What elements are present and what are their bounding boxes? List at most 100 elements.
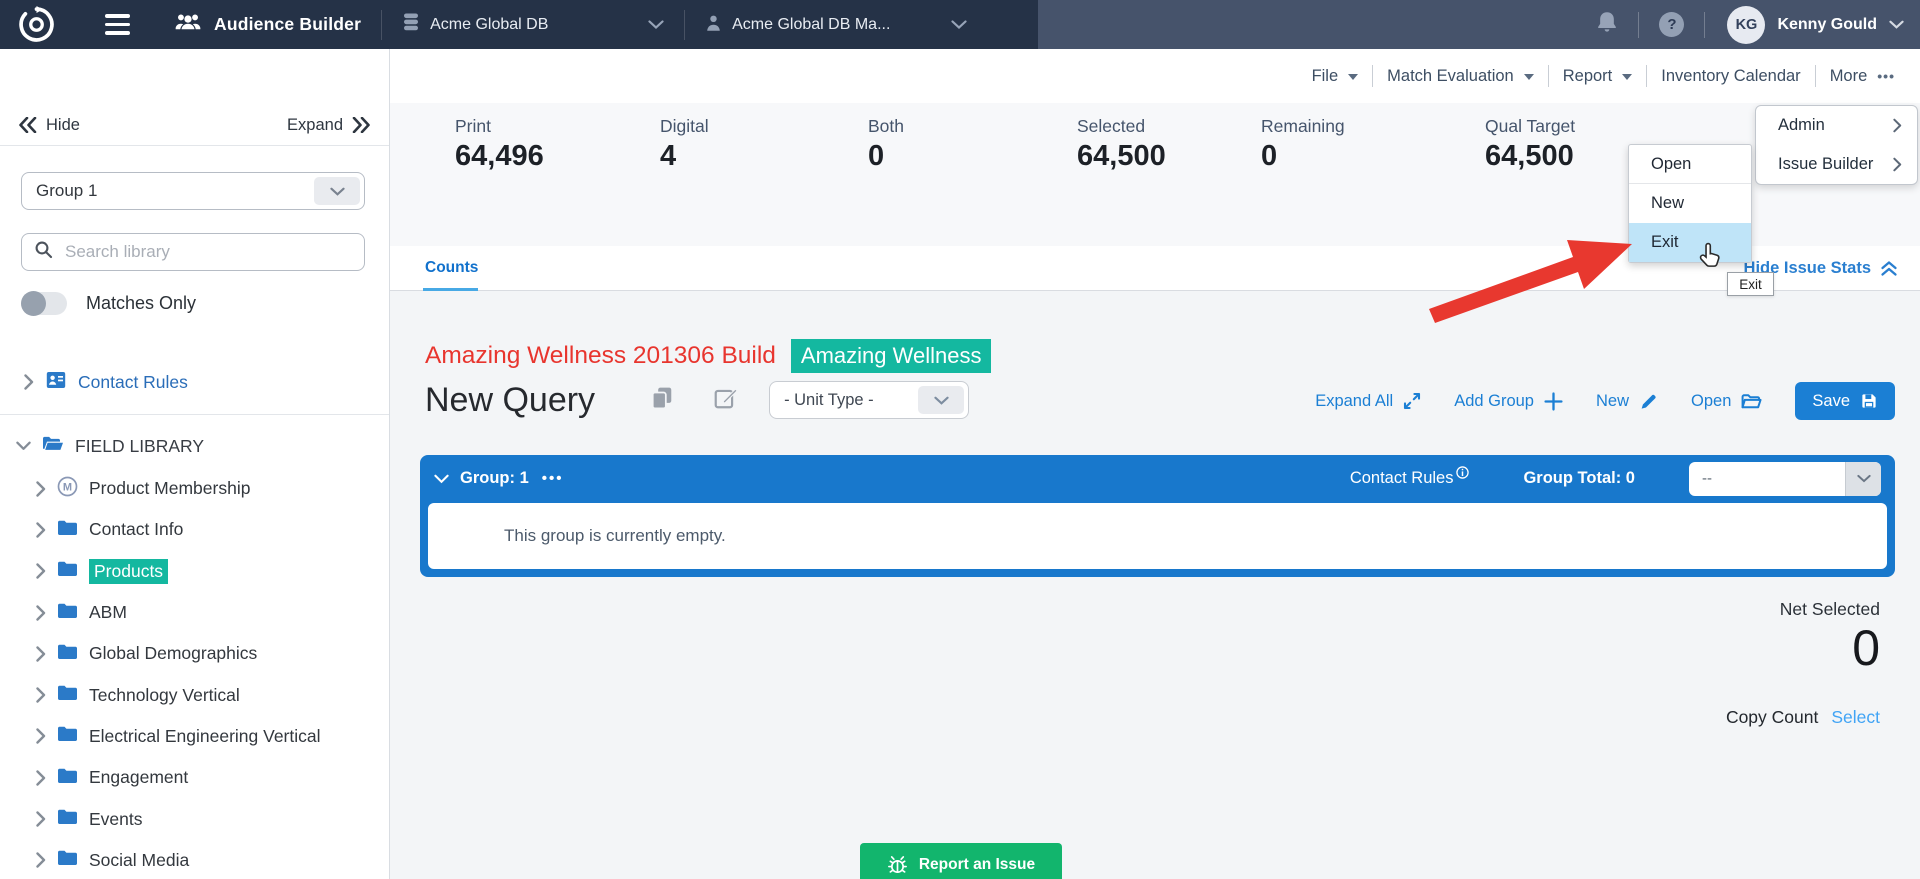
caret-down-icon [1622,74,1632,80]
brand-logo-icon[interactable] [18,6,55,43]
chevron-down-icon [648,16,664,34]
menu-item-new[interactable]: New [1629,184,1751,223]
chevron-down-icon[interactable] [1889,16,1904,34]
chevron-right-icon [36,728,46,744]
sidebar-item-contact-rules[interactable]: Contact Rules [0,364,188,400]
tree-item-events[interactable]: Events [0,798,388,839]
menu-item-issue-builder[interactable]: Issue Builder [1756,145,1917,184]
group-select[interactable]: Group 1 [21,172,365,210]
copy-icon[interactable] [651,386,673,415]
open-folder-icon [1741,393,1762,410]
exit-tooltip: Exit [1727,272,1774,296]
group-operator-select[interactable]: -- [1689,462,1881,496]
menu-item-open[interactable]: Open [1629,145,1751,184]
database-selector[interactable]: Acme Global DB [402,12,664,38]
database-badge: Amazing Wellness [791,339,992,373]
expand-sidebar-button[interactable]: Expand [287,116,371,135]
tree-item-electrical-engineering-vertical[interactable]: Electrical Engineering Vertical [0,716,388,757]
sidebar-item-field-library[interactable]: FIELD LIBRARY [0,428,204,464]
menu-divider [1815,65,1816,87]
stat-selected: Selected64,500 [1077,116,1166,173]
search-icon [34,240,53,264]
report-issue-button[interactable]: Report an Issue [860,843,1062,879]
menu-match-evaluation[interactable]: Match Evaluation [1387,67,1534,86]
group-contact-rules[interactable]: Contact Rules [1350,469,1470,488]
navbar-divider [684,10,685,40]
chevron-right-icon [36,481,46,497]
sidebar-divider [0,145,389,146]
chevron-right-icon [36,811,46,827]
chevron-right-icon [36,605,46,621]
person-icon [705,13,722,37]
search-input[interactable] [63,241,323,263]
new-query-button[interactable]: New [1596,392,1658,411]
edit-icon[interactable] [713,386,737,415]
file-dropdown-menu: Open New Exit [1628,144,1752,263]
copy-count-select-link[interactable]: Select [1831,707,1880,728]
menu-item-admin[interactable]: Admin [1756,106,1917,145]
library-sidebar: Hide Expand Group 1 Matches Only [0,49,390,879]
expand-all-button[interactable]: Expand All [1315,392,1421,411]
stat-print: Print64,496 [455,116,544,173]
tree-item-social-media[interactable]: Social Media [0,840,388,879]
chevron-down-icon[interactable] [434,474,449,484]
matches-only-toggle[interactable] [21,292,67,315]
folder-icon [57,519,78,541]
matches-only-label: Matches Only [86,293,196,314]
double-chevron-left-icon [18,117,37,133]
user-avatar[interactable]: KG [1727,6,1765,44]
bug-icon [887,855,908,876]
menu-more[interactable]: More••• [1830,67,1895,86]
tree-item-contact-info[interactable]: Contact Info [0,509,388,550]
m-circle-icon: M [57,476,78,502]
query-builder-content: Amazing Wellness 201306 Build Amazing We… [390,291,1920,879]
save-button[interactable]: Save [1795,382,1895,420]
tree-item-products[interactable]: Products [0,551,388,592]
menu-report[interactable]: Report [1563,67,1633,86]
group-panel: Group: 1 ••• Contact Rules Group Total: … [420,455,1895,577]
menu-file[interactable]: File [1312,67,1359,86]
chevron-right-icon [36,646,46,662]
net-selected-label: Net Selected [1780,599,1880,620]
mailing-selector[interactable]: Acme Global DB Ma... [705,13,967,37]
menu-item-exit[interactable]: Exit [1629,223,1751,262]
double-chevron-right-icon [352,117,371,133]
tree-item-global-demographics[interactable]: Global Demographics [0,633,388,674]
notifications-bell-icon[interactable] [1596,10,1618,40]
tree-item-abm[interactable]: ABM [0,592,388,633]
expand-diagonal-icon [1403,392,1421,410]
add-group-button[interactable]: Add Group [1454,392,1563,411]
menu-divider [1548,65,1549,87]
chevron-right-icon [36,770,46,786]
query-actions: Expand All Add Group New Open Save [1315,381,1895,421]
save-floppy-icon [1860,392,1878,410]
unit-type-select[interactable]: - Unit Type - [769,381,969,419]
info-icon [1456,466,1469,479]
caret-down-icon [1348,74,1358,80]
group-total: Group Total: 0 [1523,469,1635,488]
highlighted-item-label: Products [89,559,168,584]
help-icon[interactable]: ? [1659,12,1684,37]
active-tab-underline [423,288,478,291]
hamburger-menu-icon[interactable] [105,14,130,35]
contact-card-icon [46,371,66,394]
tree-item-technology-vertical[interactable]: Technology Vertical [0,674,388,715]
tab-counts[interactable]: Counts [425,246,478,290]
navbar-left: Audience Builder Acme Global DB [0,0,1038,49]
hide-sidebar-button[interactable]: Hide [18,116,80,135]
chevron-right-icon [24,374,34,390]
chevron-right-icon [36,563,46,579]
navbar-divider [1704,12,1705,38]
chevron-down-icon [951,16,967,34]
chevron-down-icon [1845,462,1881,496]
open-query-button[interactable]: Open [1691,392,1762,411]
database-selector-value: Acme Global DB [430,16,548,34]
chevron-right-icon [1893,118,1902,133]
query-name-row: New Query - Unit Type - [425,377,969,423]
more-dropdown-menu: Admin Issue Builder [1755,105,1918,185]
tree-item-product-membership[interactable]: M Product Membership [0,468,388,509]
menu-divider [1646,65,1647,87]
tree-item-engagement[interactable]: Engagement [0,757,388,798]
menu-inventory-calendar[interactable]: Inventory Calendar [1661,67,1800,86]
group-options-icon[interactable]: ••• [542,470,564,487]
